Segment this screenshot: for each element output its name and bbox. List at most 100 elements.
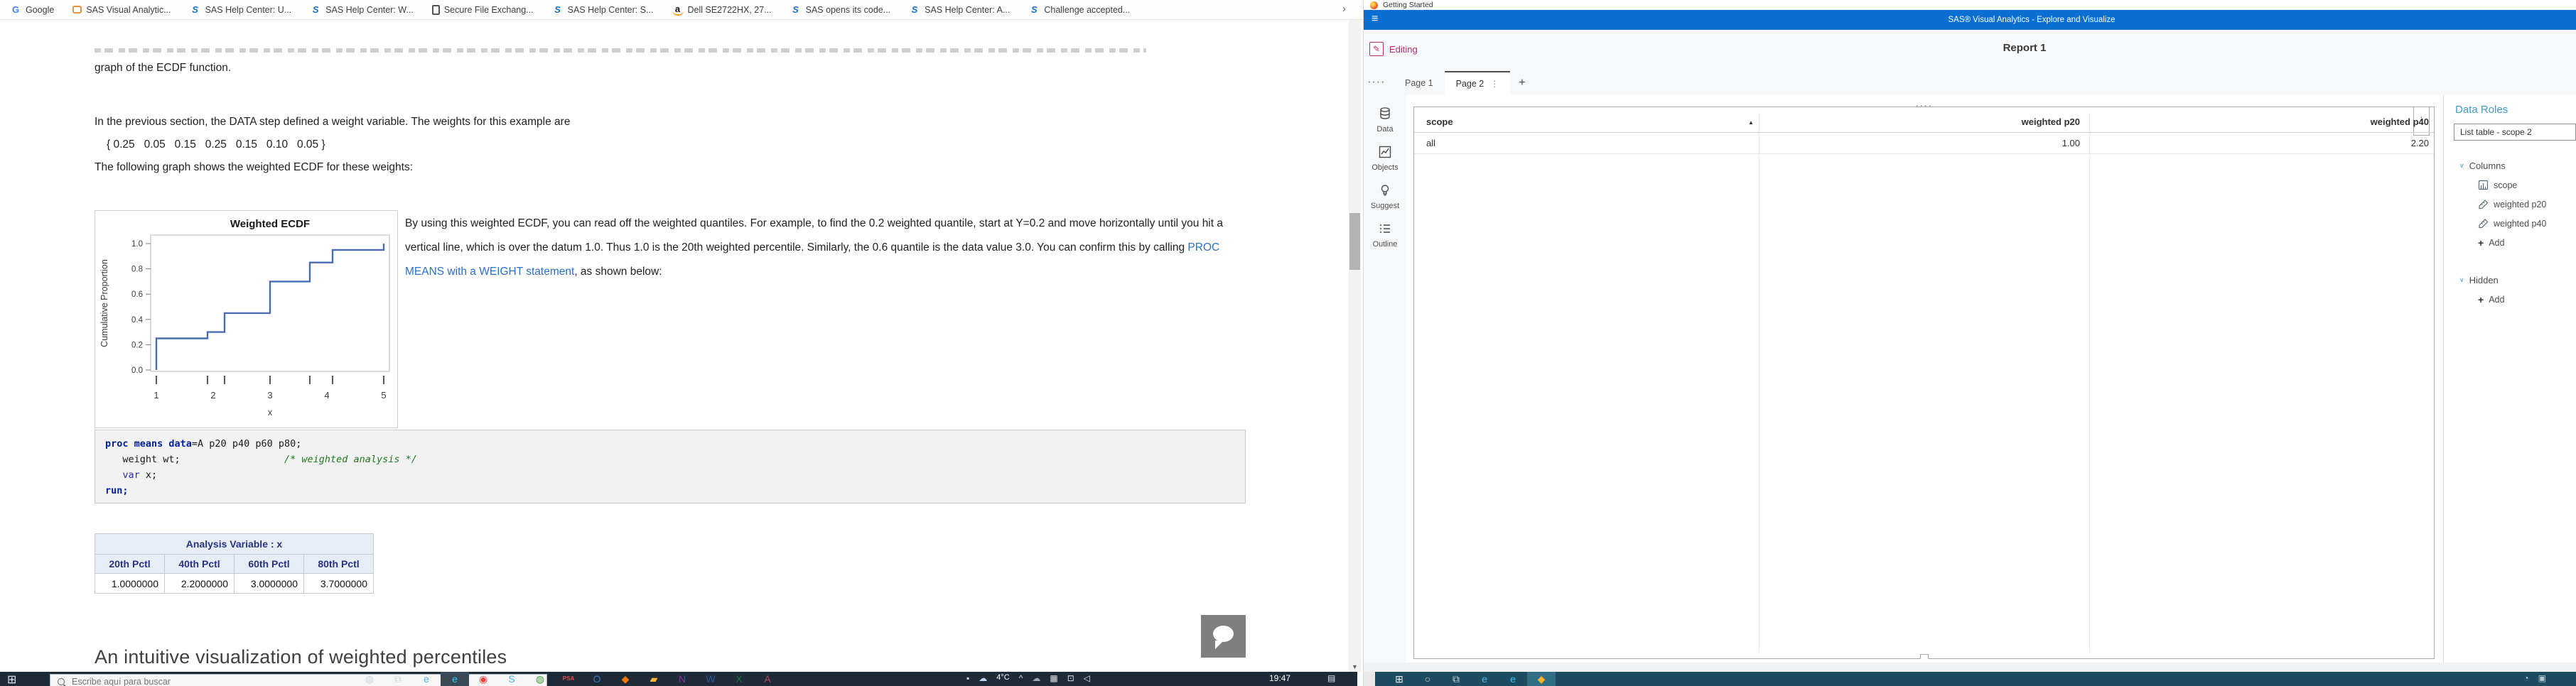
- internet-explorer-icon[interactable]: e: [412, 672, 441, 686]
- tray-expand-icon[interactable]: ^: [1019, 673, 1023, 683]
- start-button[interactable]: ⊞: [1385, 672, 1413, 686]
- start-button-icon[interactable]: [7, 673, 16, 686]
- object-drag-handle-icon[interactable]: [1904, 101, 1944, 111]
- bookmarks-overflow-chevron-icon[interactable]: ›: [1342, 3, 1346, 15]
- list-table-object[interactable]: scope ▲ weighted p20 weighted p40 all 1.…: [1413, 107, 2435, 659]
- report-title[interactable]: Report 1: [1932, 42, 2117, 54]
- article-paragraph: By using this weighted ECDF, you can rea…: [405, 212, 1242, 284]
- column-header-weighted-p40[interactable]: weighted p40: [2125, 116, 2429, 127]
- svg-text:2: 2: [210, 390, 215, 401]
- browser-tab-label[interactable]: Getting Started: [1383, 1, 1433, 9]
- bookmark-sas-help-center-a[interactable]: S SAS Help Center: A...: [909, 4, 1011, 16]
- hamburger-menu-icon[interactable]: [1371, 13, 1378, 26]
- roles-item-weighted-p40[interactable]: weighted p40: [2444, 214, 2576, 233]
- column-divider: [2089, 113, 2090, 653]
- add-page-button[interactable]: [1510, 71, 1534, 95]
- results-column-header: 80th Pctl: [303, 554, 374, 574]
- google-icon: G: [11, 4, 20, 15]
- object-resize-handle[interactable]: [1920, 654, 1929, 659]
- roles-add-button-hidden[interactable]: Add: [2444, 290, 2576, 309]
- onedrive-icon[interactable]: ☁: [1032, 673, 1040, 683]
- scrollbar-thumb[interactable]: [1349, 213, 1360, 270]
- data-roles-title: Data Roles: [2455, 104, 2508, 116]
- browser-tab-strip[interactable]: Getting Started: [1364, 0, 2576, 10]
- sas-icon: S: [1031, 4, 1038, 15]
- report-canvas: scope ▲ weighted p20 weighted p40 all 1.…: [1406, 95, 2443, 663]
- bookmark-sas-help-center-s[interactable]: S SAS Help Center: S...: [552, 4, 653, 16]
- task-view-icon[interactable]: ⧉: [384, 672, 412, 686]
- taskbar-clock[interactable]: 19:47: [1269, 673, 1290, 683]
- weather-icon[interactable]: ☁: [979, 673, 987, 683]
- results-table-title: Analysis Variable : x: [95, 533, 374, 555]
- onenote-icon[interactable]: N: [668, 672, 696, 686]
- column-header-scope[interactable]: scope: [1426, 116, 1453, 127]
- object-selector-dropdown[interactable]: List table - scope 2: [2454, 124, 2576, 141]
- access-icon[interactable]: A: [753, 672, 782, 686]
- rail-item-data[interactable]: Data: [1364, 107, 1406, 134]
- comment-bubble-button[interactable]: [1201, 615, 1246, 658]
- sas-icon: S: [554, 4, 561, 15]
- cortana-icon[interactable]: ◍: [355, 672, 384, 686]
- bookmark-sas-help-center-w[interactable]: S SAS Help Center: W...: [310, 4, 414, 16]
- roles-section-header-hidden[interactable]: Hidden: [2444, 271, 2576, 290]
- search-icon[interactable]: ○: [1413, 672, 1442, 686]
- excel-icon[interactable]: X: [725, 672, 753, 686]
- sort-ascending-icon[interactable]: ▲: [1748, 119, 1754, 126]
- sharepoint-icon[interactable]: ◍: [526, 672, 554, 686]
- edge-icon[interactable]: e: [441, 672, 469, 686]
- add-label: Add: [2489, 294, 2505, 305]
- lock-icon[interactable]: ▪: [966, 673, 969, 683]
- edge-icon[interactable]: e: [1499, 672, 1527, 686]
- plus-icon: [2478, 294, 2484, 305]
- scrollbar-down-arrow-icon[interactable]: ▼: [1349, 663, 1361, 670]
- bookmark-sas-visual-analytics[interactable]: SAS Visual Analytic...: [72, 5, 171, 15]
- firefox-icon[interactable]: ◆: [611, 672, 640, 686]
- weighted-ecdf-chart: Weighted ECDF 0.0 0.2 0.4 0.6 0.8 1.0 1 2 3 4 5 x Cum…: [95, 210, 398, 428]
- word-icon[interactable]: W: [696, 672, 725, 686]
- edit-mode-icon[interactable]: [1369, 42, 1384, 56]
- roles-section-header-columns[interactable]: Columns: [2444, 156, 2576, 175]
- roles-add-button-columns[interactable]: Add: [2444, 233, 2576, 252]
- outlook-icon[interactable]: O: [583, 672, 611, 686]
- rail-item-outline[interactable]: Outline: [1364, 222, 1406, 249]
- list-table-row[interactable]: all 1.00 2.20: [1414, 133, 2434, 154]
- action-center-icon[interactable]: ▤: [1327, 673, 1335, 683]
- tray-clock-icon[interactable]: ◔: [2523, 673, 2528, 683]
- weights-values-line: { 0.25 0.05 0.15 0.25 0.15 0.10 0.05 }: [107, 138, 325, 151]
- volume-icon[interactable]: ◁: [1084, 673, 1090, 683]
- page-tab-2[interactable]: Page 2: [1444, 71, 1511, 95]
- skype-icon[interactable]: S: [497, 672, 526, 686]
- svg-text:3: 3: [267, 390, 272, 401]
- task-view-icon[interactable]: ⧉: [1442, 672, 1470, 686]
- bookmark-dell-monitor[interactable]: a Dell SE2722HX, 27...: [672, 4, 772, 16]
- display-icon[interactable]: ⊡: [1067, 673, 1074, 683]
- action-center-icon[interactable]: ▣: [2538, 673, 2546, 683]
- column-header-weighted-p20[interactable]: weighted p20: [1841, 116, 2080, 127]
- bookmark-secure-file-exchange[interactable]: Secure File Exchang...: [431, 4, 534, 15]
- internet-explorer-icon[interactable]: e: [1470, 672, 1499, 686]
- rail-item-suggest[interactable]: Suggest: [1364, 183, 1406, 210]
- page-tab-menu-icon[interactable]: [1490, 79, 1499, 89]
- browser-scrollbar[interactable]: ▼: [1349, 20, 1361, 672]
- chrome-icon[interactable]: ◉: [469, 672, 497, 686]
- sas-visual-analytics-window: Getting Started SAS® Visual Analytics - …: [1363, 0, 2576, 686]
- roles-item-weighted-p20[interactable]: weighted p20: [2444, 195, 2576, 214]
- bookmark-google[interactable]: G Google: [10, 4, 54, 16]
- cell-weighted-p20: 1.00: [2062, 138, 2080, 148]
- bookmark-sas-opens-its-code[interactable]: S SAS opens its code...: [790, 4, 890, 16]
- page-tab-1[interactable]: Page 1: [1394, 71, 1445, 95]
- rail-item-objects[interactable]: Objects: [1364, 145, 1406, 172]
- keyboard-icon[interactable]: ▦: [1050, 673, 1057, 683]
- article-line: graph of the ECDF function.: [95, 62, 232, 74]
- va-app-title: SAS® Visual Analytics - Explore and Visu…: [1948, 16, 2116, 24]
- sas-running-icon[interactable]: ◆: [1527, 672, 1556, 686]
- svg-text:0.2: 0.2: [131, 341, 143, 349]
- bookmark-challenge-accepted[interactable]: S Challenge accepted...: [1028, 4, 1130, 16]
- psa-icon[interactable]: PSA: [554, 672, 583, 686]
- roles-item-scope[interactable]: scope: [2444, 175, 2576, 195]
- folder-icon[interactable]: ▰: [640, 672, 668, 686]
- plus-icon: [2478, 237, 2484, 249]
- bookmark-sas-help-center-u[interactable]: S SAS Help Center: U...: [190, 4, 291, 16]
- page-tabs-overflow-icon[interactable]: [1368, 77, 1386, 87]
- roles-item-label: scope: [2494, 180, 2518, 190]
